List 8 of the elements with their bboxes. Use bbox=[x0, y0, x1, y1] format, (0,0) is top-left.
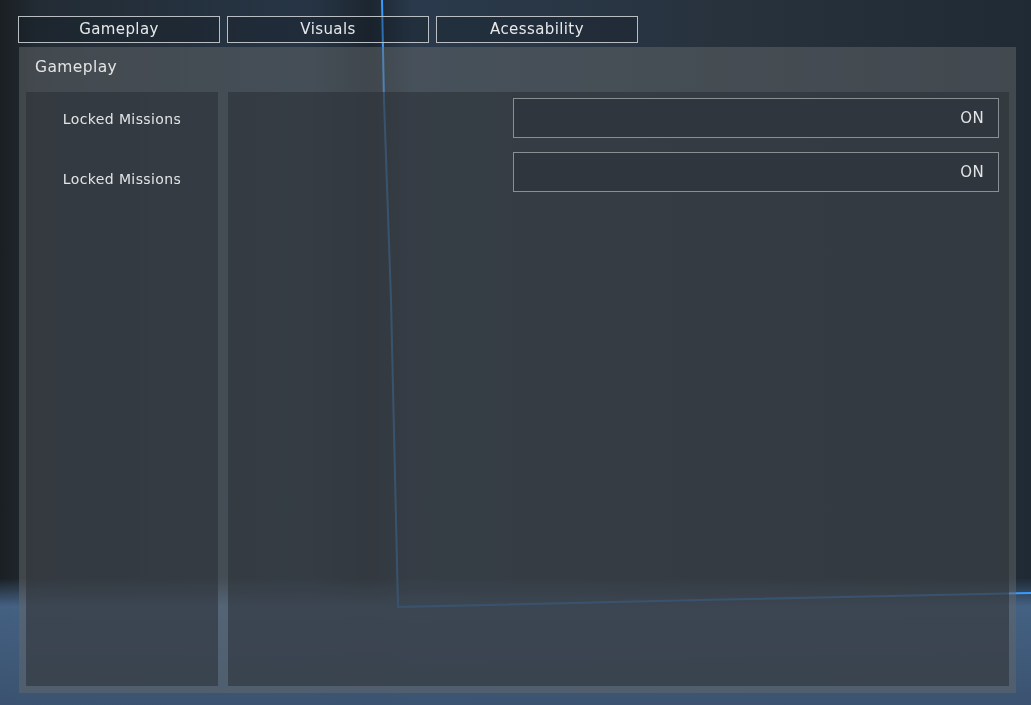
menu-tab[interactable]: Visuals bbox=[227, 16, 429, 43]
menu-tab[interactable]: Gameplay bbox=[18, 16, 220, 43]
setting-label: Locked Missions bbox=[62, 110, 182, 129]
toggle-button[interactable]: ON bbox=[513, 152, 999, 192]
setting-label: Locked Missions bbox=[62, 170, 182, 189]
panel-title: Gameplay bbox=[34, 57, 119, 78]
toggle-button[interactable]: ON bbox=[513, 98, 999, 138]
menu-tab[interactable]: Acessability bbox=[436, 16, 638, 43]
